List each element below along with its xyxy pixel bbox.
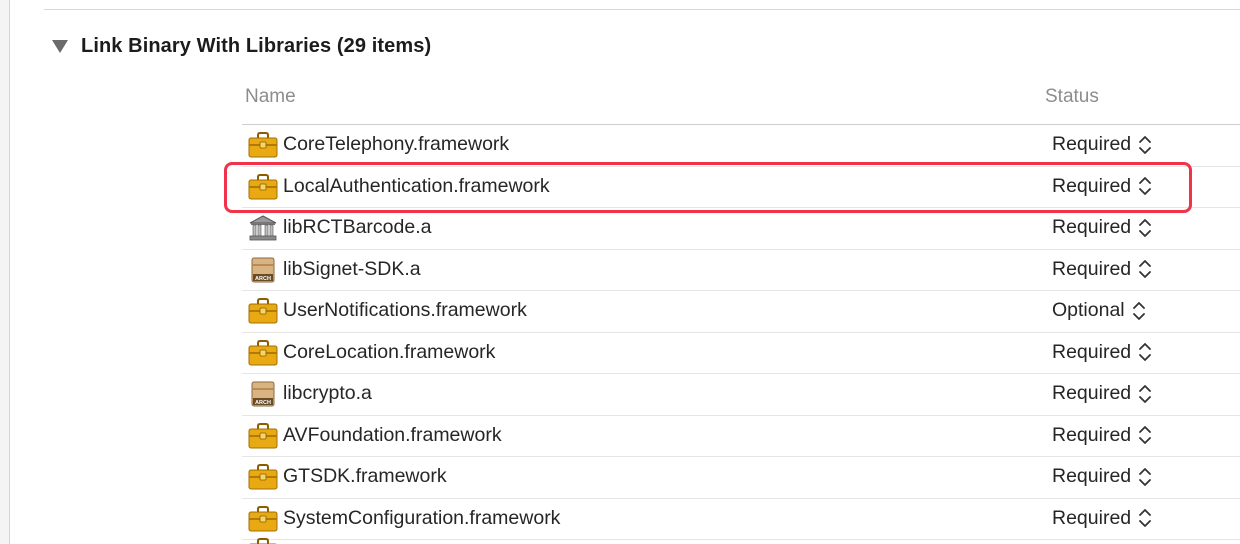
- framework-toolbox-icon: [249, 538, 277, 544]
- chevron-up-down-icon: [1139, 426, 1152, 444]
- table-row-partial[interactable]: [242, 531, 1240, 544]
- table-row[interactable]: GTSDK.framework Required: [242, 457, 1240, 499]
- chevron-up-down-icon: [1132, 301, 1145, 320]
- archive-icon: ARCH: [251, 381, 275, 407]
- chevron-up-down-icon: [1139, 384, 1152, 403]
- svg-text:ARCH: ARCH: [255, 276, 271, 282]
- status-popup[interactable]: Required: [1052, 341, 1152, 364]
- section-header-link-binary: Link Binary With Libraries (29 items): [52, 31, 431, 61]
- column-header-name[interactable]: Name: [245, 86, 296, 108]
- library-name: AVFoundation.framework: [283, 423, 502, 446]
- section-divider: [44, 9, 1240, 10]
- library-name: libSignet-SDK.a: [283, 257, 421, 280]
- status-label: Required: [1052, 133, 1132, 155]
- status-label: Required: [1052, 382, 1132, 404]
- library-name: libRCTBarcode.a: [283, 216, 432, 238]
- chevron-up-down-icon: [1139, 509, 1152, 527]
- chevron-up-down-icon: [1139, 467, 1152, 486]
- library-name: SystemConfiguration.framework: [283, 506, 561, 529]
- framework-toolbox-icon: [248, 132, 278, 158]
- table-row[interactable]: LocalAuthentication.framework Required: [242, 167, 1240, 208]
- chevron-up-down-icon: [1139, 343, 1152, 361]
- library-name: CoreLocation.framework: [283, 340, 496, 363]
- table-row[interactable]: UserNotifications.framework Optional: [242, 291, 1240, 333]
- status-label: Required: [1052, 174, 1132, 197]
- library-name: CoreTelephony.framework: [283, 133, 510, 155]
- table-header: Name Status: [242, 78, 1240, 125]
- chevron-up-down-icon: [1139, 218, 1152, 237]
- status-popup[interactable]: Required: [1052, 424, 1152, 447]
- framework-toolbox-icon: [248, 505, 278, 531]
- chevron-up-down-icon: [1139, 135, 1152, 154]
- table-row[interactable]: ARCH libSignet-SDK.a Required: [242, 250, 1240, 291]
- status-popup[interactable]: Required: [1052, 507, 1152, 530]
- framework-toolbox-icon: [248, 339, 278, 365]
- status-popup[interactable]: Required: [1052, 465, 1152, 488]
- status-popup[interactable]: Required: [1052, 216, 1152, 239]
- disclosure-triangle-icon[interactable]: [52, 39, 68, 53]
- table-row[interactable]: AVFoundation.framework Required: [242, 416, 1240, 457]
- column-header-status[interactable]: Status: [1045, 86, 1099, 108]
- framework-toolbox-icon: [248, 464, 278, 490]
- status-label: Required: [1052, 423, 1132, 446]
- status-label: Required: [1052, 257, 1132, 280]
- library-name: GTSDK.framework: [283, 465, 447, 487]
- status-popup[interactable]: Required: [1052, 258, 1152, 281]
- sidebar-edge: [0, 0, 10, 544]
- table-row[interactable]: ARCH libcrypto.a Required: [242, 374, 1240, 416]
- archive-icon: ARCH: [251, 257, 275, 282]
- status-popup[interactable]: Required: [1052, 175, 1152, 198]
- libraries-table: Name Status CoreTelephony.framework Requ…: [242, 78, 1240, 540]
- status-label: Optional: [1052, 299, 1125, 321]
- svg-text:ARCH: ARCH: [255, 400, 271, 406]
- library-building-icon: [249, 215, 277, 241]
- table-row[interactable]: libRCTBarcode.a Required: [242, 208, 1240, 250]
- table-rows: CoreTelephony.framework Required LocalAu…: [242, 125, 1240, 540]
- library-name: LocalAuthentication.framework: [283, 174, 550, 197]
- status-popup[interactable]: Required: [1052, 382, 1152, 405]
- framework-toolbox-icon: [248, 422, 278, 448]
- chevron-up-down-icon: [1139, 260, 1152, 278]
- library-name: libcrypto.a: [283, 382, 372, 404]
- section-title: Link Binary With Libraries (29 items): [81, 34, 432, 57]
- framework-toolbox-icon: [248, 173, 278, 199]
- status-label: Required: [1052, 340, 1132, 363]
- status-label: Required: [1052, 465, 1132, 487]
- status-label: Required: [1052, 506, 1132, 529]
- status-label: Required: [1052, 216, 1132, 238]
- framework-toolbox-icon: [248, 298, 278, 324]
- chevron-up-down-icon: [1139, 177, 1152, 195]
- status-popup[interactable]: Required: [1052, 133, 1152, 156]
- library-name: UserNotifications.framework: [283, 299, 527, 321]
- status-popup[interactable]: Optional: [1052, 299, 1146, 322]
- table-row[interactable]: CoreLocation.framework Required: [242, 333, 1240, 374]
- table-row[interactable]: CoreTelephony.framework Required: [242, 125, 1240, 167]
